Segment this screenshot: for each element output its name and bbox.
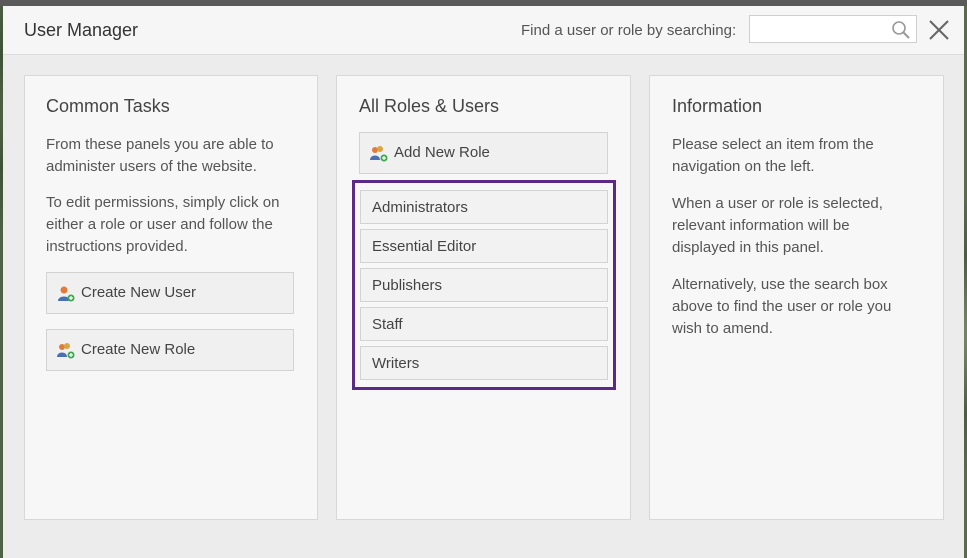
common-tasks-instructions: To edit permissions, simply click on eit… <box>46 194 280 255</box>
roles-users-panel: All Roles & Users Add New Role Administr… <box>336 75 631 520</box>
role-item-essential-editor[interactable]: Essential Editor <box>360 229 608 263</box>
role-add-icon <box>370 146 388 162</box>
search-box[interactable] <box>749 15 917 43</box>
create-new-user-label: Create New User <box>81 284 197 301</box>
create-new-role-label: Create New Role <box>81 341 196 358</box>
information-para-1: Please select an item from the navigatio… <box>672 136 874 175</box>
create-new-role-button[interactable]: Create New Role <box>46 329 294 371</box>
role-item-administrators[interactable]: Administrators <box>360 190 608 224</box>
role-item-publishers[interactable]: Publishers <box>360 268 608 302</box>
search-icon[interactable] <box>891 20 911 40</box>
role-item-label: Essential Editor <box>372 238 477 255</box>
role-item-staff[interactable]: Staff <box>360 307 608 341</box>
search-label: Find a user or role by searching: <box>521 22 737 39</box>
user-manager-dialog: User Manager Find a user or role by sear… <box>3 6 964 558</box>
dialog-title: User Manager <box>24 20 139 40</box>
role-item-label: Administrators <box>372 199 468 216</box>
search-input[interactable] <box>754 19 888 41</box>
close-icon[interactable] <box>928 19 950 41</box>
common-tasks-panel: Common Tasks From these panels you are a… <box>24 75 318 520</box>
role-item-writers[interactable]: Writers <box>360 346 608 380</box>
dialog-header: User Manager Find a user or role by sear… <box>3 6 964 55</box>
common-tasks-intro: From these panels you are able to admini… <box>46 136 274 175</box>
information-para-2: When a user or role is selected, relevan… <box>672 195 883 256</box>
user-add-icon <box>58 286 75 302</box>
role-item-label: Writers <box>372 355 420 372</box>
add-new-role-label: Add New Role <box>394 144 490 161</box>
roles-list: Administrators Essential Editor Publishe… <box>352 180 616 390</box>
common-tasks-title: Common Tasks <box>46 96 170 116</box>
roles-users-title: All Roles & Users <box>359 96 500 116</box>
information-panel: Information Please select an item from t… <box>649 75 944 520</box>
role-item-label: Publishers <box>372 277 443 294</box>
add-new-role-button[interactable]: Add New Role <box>359 132 608 174</box>
information-title: Information <box>672 96 763 116</box>
role-item-label: Staff <box>372 316 403 333</box>
information-para-3: Alternatively, use the search box above … <box>672 276 892 337</box>
role-add-icon <box>57 343 75 359</box>
create-new-user-button[interactable]: Create New User <box>46 272 294 314</box>
